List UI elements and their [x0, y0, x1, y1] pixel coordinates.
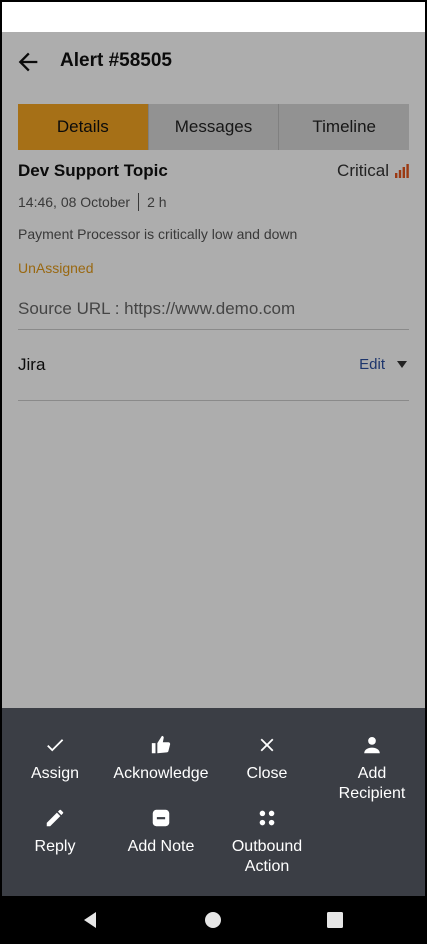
thumbs-up-icon: [151, 735, 171, 754]
phone-screen: Alert #58505 Details Messages Timeline D…: [2, 2, 425, 896]
acknowledge-button[interactable]: Acknowledge: [108, 734, 214, 784]
note-icon: [152, 809, 170, 827]
assign-button[interactable]: Assign: [2, 734, 108, 784]
triangle-back-icon: [84, 912, 96, 928]
close-label: Close: [246, 765, 288, 782]
nav-recents-button[interactable]: [325, 910, 345, 930]
action-sheet: Assign Acknowledge Close Add Recipient R…: [2, 708, 425, 896]
close-icon: [260, 738, 274, 752]
outbound-action-button[interactable]: Outbound Action: [214, 807, 320, 877]
add-recipient-button[interactable]: Add Recipient: [319, 734, 425, 804]
grid-icon: [259, 810, 275, 826]
system-nav-bar: [0, 896, 427, 944]
close-button[interactable]: Close: [214, 734, 320, 784]
nav-back-button[interactable]: [80, 910, 100, 930]
nav-home-button[interactable]: [203, 910, 223, 930]
square-recents-icon: [327, 912, 343, 928]
add-note-label: Add Note: [127, 838, 195, 855]
reply-button[interactable]: Reply: [2, 807, 108, 857]
pencil-icon: [46, 809, 64, 827]
reply-label: Reply: [34, 838, 76, 855]
status-bar: [2, 2, 425, 32]
outbound-action-label: Outbound Action: [231, 838, 303, 875]
acknowledge-label: Acknowledge: [113, 765, 209, 782]
check-icon: [47, 739, 64, 752]
circle-home-icon: [205, 912, 221, 928]
add-recipient-label: Add Recipient: [338, 765, 406, 802]
assign-label: Assign: [30, 765, 80, 782]
add-note-button[interactable]: Add Note: [108, 807, 214, 857]
person-icon: [364, 737, 380, 754]
